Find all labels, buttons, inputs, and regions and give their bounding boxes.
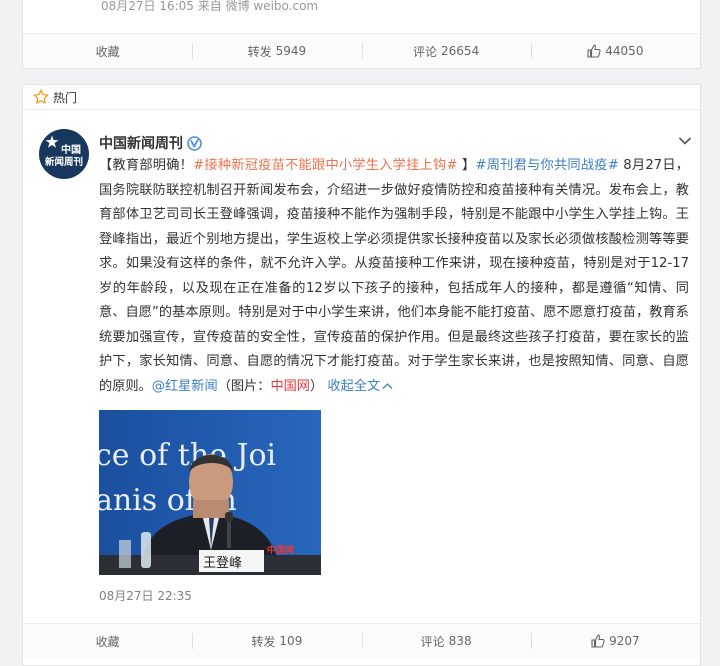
hot-label: 热门 xyxy=(53,90,78,105)
comment-button[interactable]: 评论 26654 xyxy=(361,34,531,68)
backdrop-text: ce of the Joi xyxy=(99,438,276,473)
avatar-text-2: 新闻周刊 xyxy=(44,157,83,168)
favorite-button[interactable]: 收藏 xyxy=(23,34,192,68)
post-text-part: 8月27日，国务院联防联控机制召开新闻发布会，介绍进一步做好疫情防控和疫苗接种有… xyxy=(99,158,689,394)
like-button[interactable]: 9207 xyxy=(530,624,700,658)
nameplate-text: 王登峰 xyxy=(203,556,242,571)
repost-label: 转发 xyxy=(247,44,272,59)
hot-post-card: 热门 中国 新闻周刊 中国新闻周刊 【教育部明确！#接种新冠疫苗不能跟中小学生入… xyxy=(22,84,701,666)
repost-button[interactable]: 转发 109 xyxy=(192,624,361,658)
collapse-link[interactable]: 收起全文 xyxy=(327,379,393,394)
hot-header: 热门 xyxy=(23,85,700,110)
image-source: 中国网 xyxy=(270,378,310,394)
previous-post-card: 08月27日 16:05 来自 微博 weibo.com 收藏 转发 5949 … xyxy=(22,0,701,69)
verified-icon xyxy=(187,135,202,151)
favorite-label: 收藏 xyxy=(95,44,120,59)
watermark-text: 中国网 xyxy=(267,544,294,556)
comment-count: 838 xyxy=(448,634,472,648)
collapse-label: 收起全文 xyxy=(327,378,381,394)
post-meta: 08月27日 16:05 来自 微博 weibo.com xyxy=(101,0,319,13)
mention-link[interactable]: @红星新闻 xyxy=(152,379,218,394)
post-text-part: 【教育部明确！ xyxy=(99,158,194,173)
repost-count: 5949 xyxy=(275,44,307,58)
thumbs-up-icon xyxy=(587,44,601,58)
post-image[interactable]: ce of the Joi anis of th 王登峰 中国网 xyxy=(99,410,321,575)
action-bar: 收藏 转发 109 评论 838 9207 xyxy=(23,623,700,658)
repost-label: 转发 xyxy=(251,634,276,649)
avatar-text-1: 中国 xyxy=(61,145,81,156)
repost-button[interactable]: 转发 5949 xyxy=(192,34,361,68)
post-body: 【教育部明确！#接种新冠疫苗不能跟中小学生入学挂上钩# 】#周刊君与你共同战疫#… xyxy=(99,154,689,399)
avatar[interactable]: 中国 新闻周刊 xyxy=(39,129,89,179)
chevron-down-icon[interactable] xyxy=(678,135,692,150)
post-timestamp[interactable]: 08月27日 22:35 xyxy=(99,587,192,604)
logo-star-icon xyxy=(45,135,59,148)
star-icon xyxy=(33,89,49,105)
post-text-part: 】 xyxy=(457,158,476,173)
comment-button[interactable]: 评论 838 xyxy=(361,624,531,658)
chevron-up-icon xyxy=(382,382,393,389)
press-conference-photo: ce of the Joi anis of th 王登峰 中国网 xyxy=(99,410,321,575)
like-count: 9207 xyxy=(609,634,640,648)
action-bar: 收藏 转发 5949 评论 26654 44050 xyxy=(23,33,700,68)
author-name-row: 中国新闻周刊 xyxy=(99,133,202,153)
comment-label: 评论 xyxy=(420,634,445,649)
like-count: 44050 xyxy=(605,44,644,58)
thumbs-up-icon xyxy=(591,634,605,648)
post-text-part: ） xyxy=(310,378,324,394)
repost-count: 109 xyxy=(279,634,303,648)
comment-count: 26654 xyxy=(441,44,480,58)
topic-link[interactable]: #接种新冠疫苗不能跟中小学生入学挂上钩# xyxy=(193,158,457,173)
favorite-button[interactable]: 收藏 xyxy=(23,624,192,658)
post-text-part: （图片： xyxy=(217,378,271,394)
favorite-label: 收藏 xyxy=(95,634,120,649)
comment-label: 评论 xyxy=(413,44,438,59)
topic-link[interactable]: #周刊君与你共同战疫# xyxy=(475,158,618,173)
author-name[interactable]: 中国新闻周刊 xyxy=(99,133,183,153)
like-button[interactable]: 44050 xyxy=(530,34,700,68)
